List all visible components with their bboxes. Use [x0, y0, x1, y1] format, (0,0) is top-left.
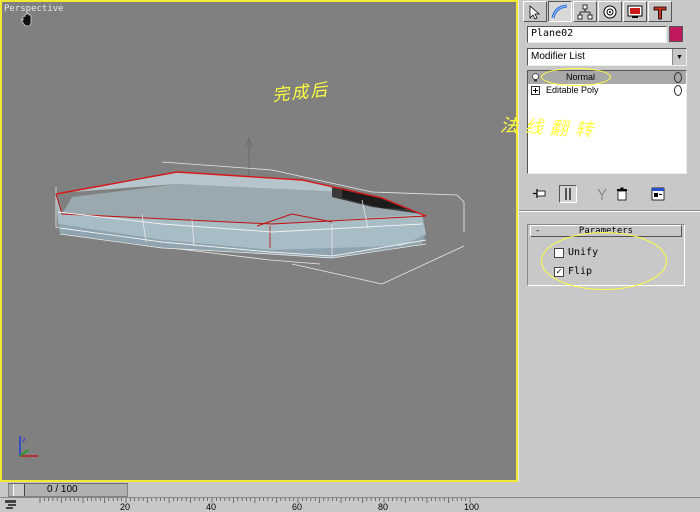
object-color-swatch[interactable] — [669, 26, 683, 42]
object-name-field[interactable]: Plane02 — [527, 26, 667, 43]
time-slider-label: 0 / 100 — [47, 484, 78, 495]
track-view-icon[interactable] — [4, 498, 18, 511]
create-tab[interactable] — [523, 1, 547, 22]
axis-tripod-icon: z — [19, 436, 38, 457]
pin-icon — [533, 189, 546, 198]
hierarchy-icon — [577, 4, 593, 19]
panel-divider — [519, 210, 700, 212]
time-slider[interactable]: 0 / 100 — [8, 483, 128, 497]
show-end-result-icon[interactable] — [674, 72, 682, 83]
command-panel: Plane02 Modifier List ▼ Normal Editable … — [518, 0, 700, 482]
highlight-ellipse — [541, 68, 611, 86]
light-bulb-icon[interactable] — [531, 73, 540, 82]
configure-icon — [651, 187, 665, 201]
command-panel-tabs — [523, 1, 699, 23]
svg-text:z: z — [22, 436, 26, 444]
modifier-list-label: Modifier List — [531, 51, 585, 62]
perspective-viewport[interactable]: Perspective 完成后 z — [0, 0, 518, 482]
tick-label: 60 — [292, 502, 303, 512]
highlight-ellipse — [541, 232, 667, 290]
utilities-tab[interactable] — [648, 1, 672, 22]
hierarchy-tab[interactable] — [573, 1, 597, 22]
tick-label: 20 — [120, 502, 131, 512]
boat-model[interactable] — [2, 2, 518, 482]
make-unique-button[interactable] — [593, 185, 611, 203]
make-unique-icon — [597, 188, 607, 200]
end-result-icon — [565, 188, 571, 200]
annotation-flip-normals: 法线翻转 — [499, 115, 601, 142]
stack-toolbar — [527, 183, 687, 205]
display-icon — [627, 5, 643, 18]
collapse-icon[interactable]: - — [535, 226, 540, 236]
pin-stack-button[interactable] — [531, 185, 549, 203]
trash-icon — [617, 187, 627, 201]
motion-icon — [603, 5, 617, 18]
track-ticks — [39, 498, 471, 503]
track-bar[interactable] — [0, 497, 700, 512]
modifier-list-dropdown[interactable]: Modifier List ▼ — [527, 48, 687, 66]
create-icon — [529, 4, 541, 20]
time-bar: 0 / 100 20 40 60 80 100 — [0, 482, 700, 512]
modify-icon — [551, 4, 568, 18]
tick-label: 40 — [206, 502, 217, 512]
expand-plus-icon[interactable] — [531, 86, 540, 95]
stack-item-label: Editable Poly — [546, 85, 599, 95]
display-tab[interactable] — [623, 1, 647, 22]
time-slider-thumb[interactable] — [13, 484, 25, 496]
configure-modifier-sets-button[interactable] — [649, 185, 667, 203]
utilities-icon — [653, 6, 667, 19]
motion-tab[interactable] — [598, 1, 622, 22]
tick-label: 100 — [464, 502, 480, 512]
modify-tab[interactable] — [548, 1, 572, 22]
tick-label: 80 — [378, 502, 389, 512]
show-end-result-button[interactable] — [559, 185, 577, 203]
dropdown-arrow-icon[interactable]: ▼ — [672, 49, 686, 65]
show-end-result-icon[interactable] — [674, 85, 682, 96]
remove-modifier-button[interactable] — [613, 185, 631, 203]
stack-item-editable-poly[interactable]: Editable Poly — [528, 84, 686, 97]
